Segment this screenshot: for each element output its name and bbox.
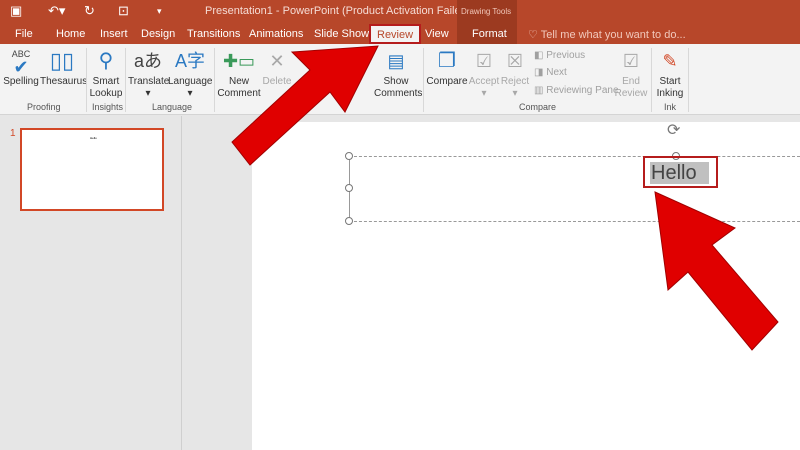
arrow-to-hello-text: [654, 191, 779, 351]
arrow-to-review-tab: [231, 45, 379, 166]
annotation-arrows: [231, 45, 779, 351]
